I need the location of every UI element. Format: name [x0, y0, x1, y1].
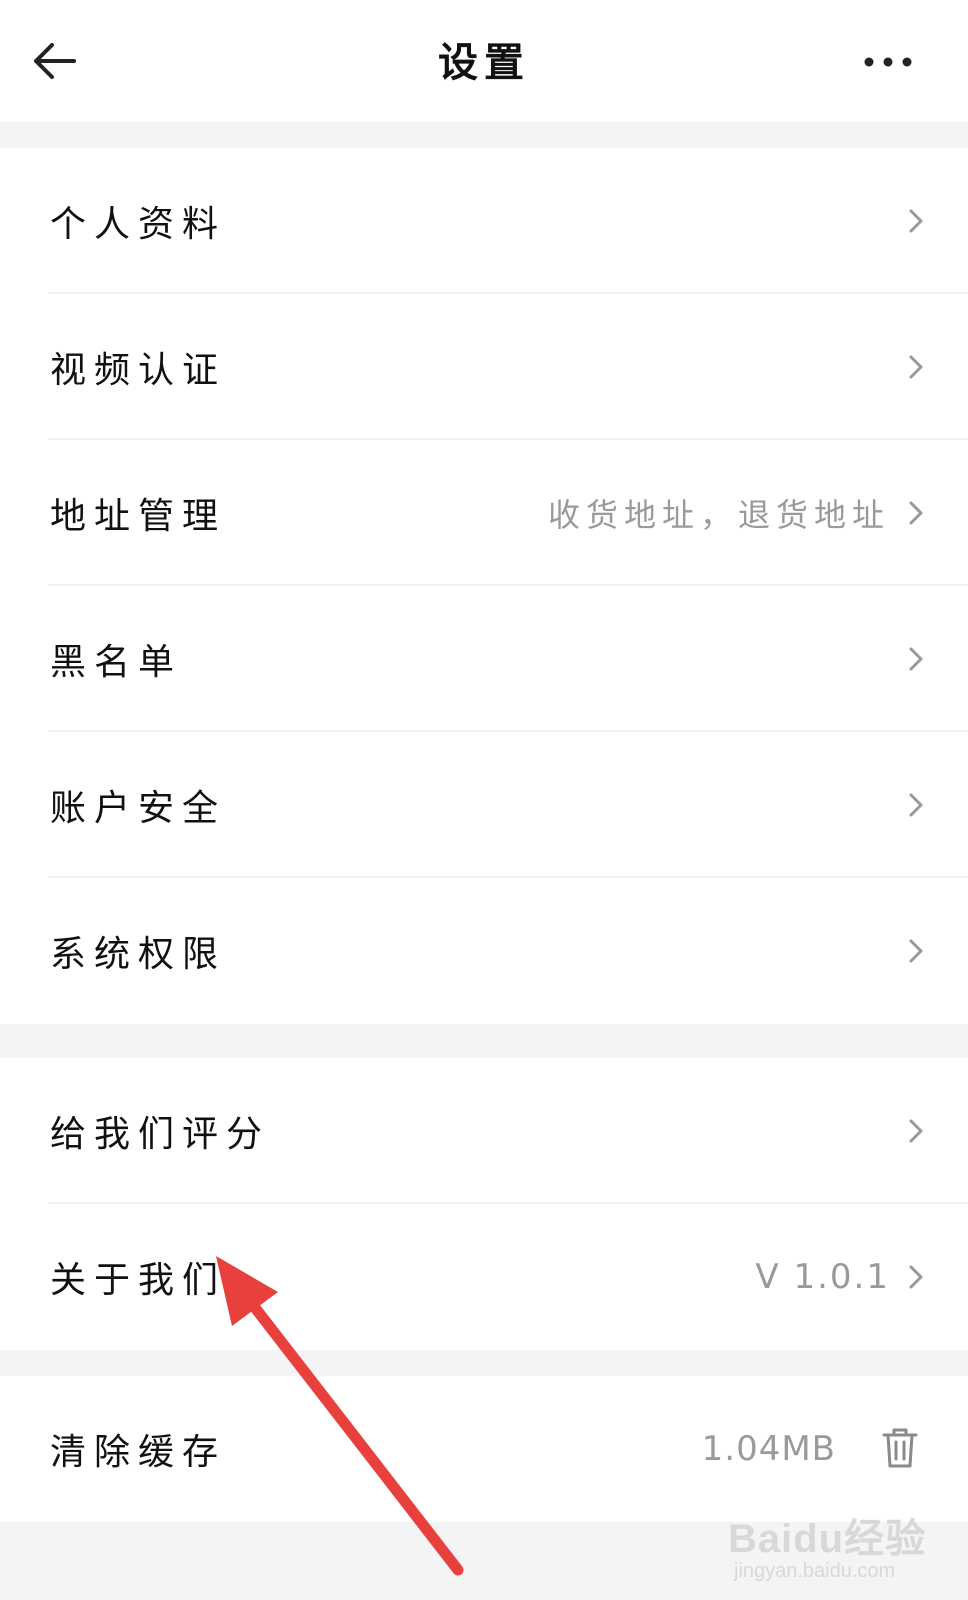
row-rate-us[interactable]: 给我们评分: [0, 1058, 968, 1204]
row-address-management[interactable]: 地址管理 收货地址，退货地址: [0, 440, 968, 586]
chevron-right-icon: [909, 939, 923, 963]
row-label: 给我们评分: [50, 1114, 271, 1155]
row-label: 地址管理: [50, 496, 227, 537]
row-value: 收货地址，退货地址: [547, 496, 890, 534]
cache-size-value: 1.04MB: [701, 1429, 836, 1469]
more-button[interactable]: [860, 44, 916, 80]
chevron-right-icon: [909, 209, 923, 233]
row-label: 系统权限: [50, 934, 227, 975]
chevron-right-icon: [909, 1265, 923, 1289]
chevron-right-icon: [909, 793, 923, 817]
more-horizontal-icon: [864, 57, 912, 67]
settings-group-account: 个人资料 视频认证 地址管理 收货地址，退货地址 黑名单 账户安全 系统权限: [0, 148, 968, 1024]
trash-icon[interactable]: [880, 1426, 920, 1470]
section-gap: [0, 1024, 968, 1058]
section-gap: [0, 122, 968, 148]
version-value: V 1.0.1: [755, 1257, 890, 1297]
row-account-security[interactable]: 账户安全: [0, 732, 968, 878]
row-label: 个人资料: [50, 204, 227, 245]
row-about-us[interactable]: 关于我们 V 1.0.1: [0, 1204, 968, 1350]
watermark: Baidu经验 jingyan.baidu.com: [728, 1502, 928, 1592]
row-blacklist[interactable]: 黑名单: [0, 586, 968, 732]
settings-group-cache: 清除缓存 1.04MB: [0, 1376, 968, 1522]
row-label: 账户安全: [50, 788, 227, 829]
chevron-right-icon: [909, 355, 923, 379]
watermark-text: Baidu经验: [728, 1517, 927, 1561]
row-profile[interactable]: 个人资料: [0, 148, 968, 294]
row-label: 清除缓存: [50, 1432, 227, 1473]
page-title: 设置: [438, 40, 530, 86]
row-label: 关于我们: [50, 1260, 227, 1301]
chevron-right-icon: [909, 647, 923, 671]
watermark-url: jingyan.baidu.com: [734, 1560, 896, 1582]
chevron-right-icon: [909, 501, 923, 525]
row-video-verification[interactable]: 视频认证: [0, 294, 968, 440]
settings-group-about: 给我们评分 关于我们 V 1.0.1: [0, 1058, 968, 1350]
section-gap: [0, 1350, 968, 1376]
row-system-permissions[interactable]: 系统权限: [0, 878, 968, 1024]
top-bar: 设置: [0, 0, 968, 122]
row-label: 黑名单: [50, 642, 183, 683]
chevron-right-icon: [909, 1119, 923, 1143]
row-clear-cache[interactable]: 清除缓存 1.04MB: [0, 1376, 968, 1522]
row-label: 视频认证: [50, 350, 227, 391]
